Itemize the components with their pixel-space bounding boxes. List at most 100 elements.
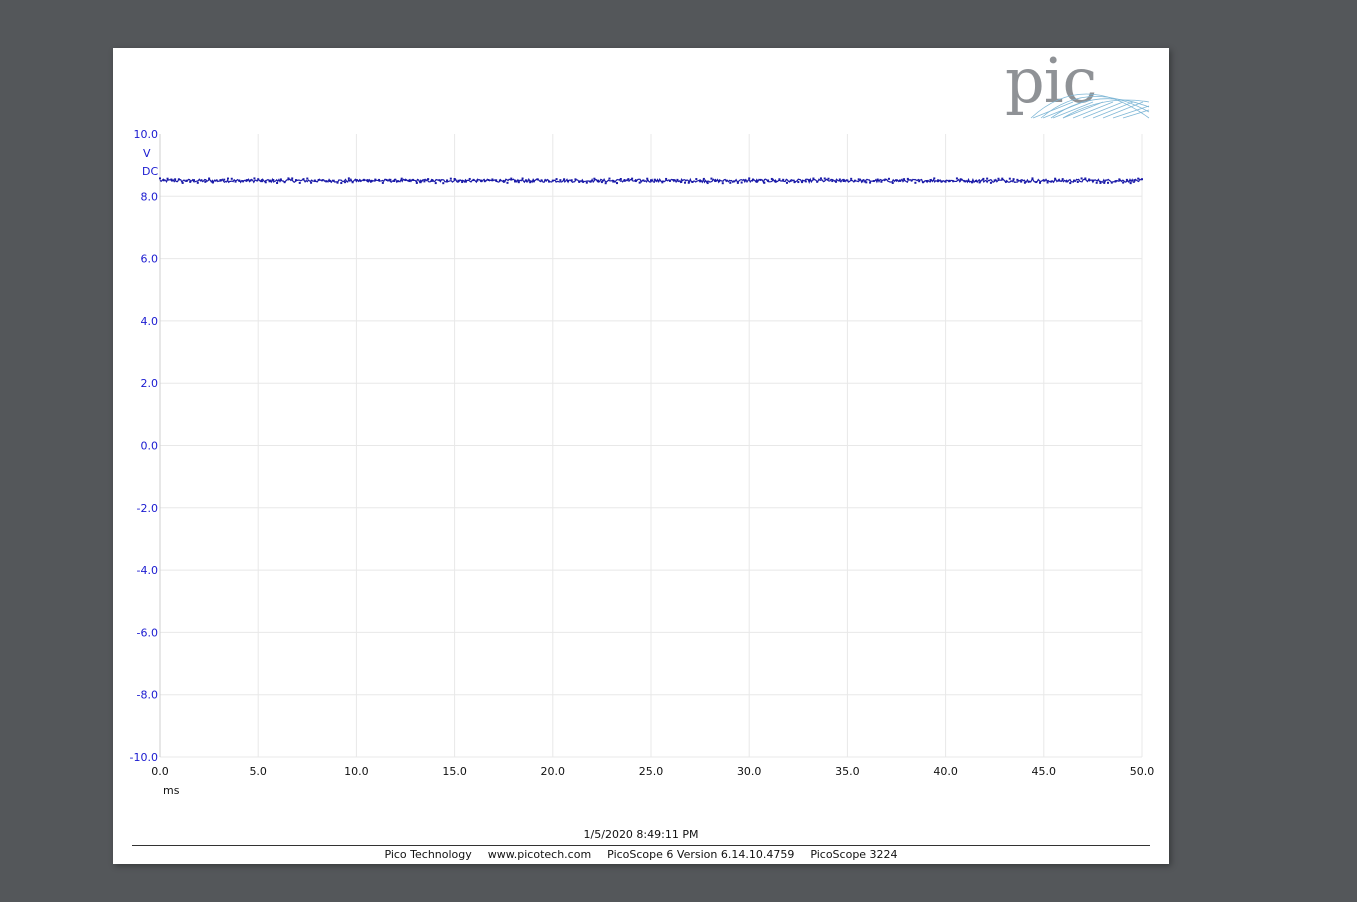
trace-sample <box>359 179 362 182</box>
y-tick-label: 4.0 <box>141 315 159 328</box>
footer-website: www.picotech.com <box>487 848 592 861</box>
trace-sample <box>238 179 241 182</box>
trace-sample <box>1031 177 1034 180</box>
trace-sample <box>1050 180 1053 183</box>
trace-sample <box>423 180 426 183</box>
trace-sample <box>1020 180 1023 183</box>
trace-sample <box>861 180 864 183</box>
trace-sample <box>619 177 622 180</box>
trace-sample <box>389 178 392 181</box>
trace-sample <box>627 178 630 181</box>
trace-sample <box>264 181 267 184</box>
trace-sample <box>551 179 554 182</box>
trace-sample <box>899 179 902 182</box>
trace-sample <box>393 180 396 183</box>
trace-sample <box>1107 181 1110 184</box>
trace-sample <box>895 179 898 182</box>
trace-sample <box>782 178 785 181</box>
trace-sample <box>816 180 819 183</box>
trace-sample <box>638 181 641 184</box>
y-axis-ticks: 10.0 8.0 6.0 4.0 2.0 0.0 -2.0 -4.0 -6.0 -8.0 -10.0 <box>130 128 158 764</box>
trace-sample <box>344 181 347 184</box>
trace-sample <box>1073 179 1076 182</box>
trace-sample <box>563 178 566 181</box>
trace-sample <box>755 180 758 183</box>
trace-sample <box>850 177 853 180</box>
trace-sample <box>517 181 520 184</box>
trace-sample <box>668 179 671 182</box>
trace-sample <box>793 181 796 184</box>
trace-sample <box>634 180 637 183</box>
trace-sample <box>253 177 256 180</box>
trace-sample <box>1088 178 1091 181</box>
trace-sample <box>226 177 229 180</box>
trace-sample <box>159 177 161 180</box>
trace-sample <box>570 179 573 182</box>
trace-sample <box>325 180 328 183</box>
trace-sample <box>748 177 751 180</box>
trace-sample <box>279 178 282 181</box>
trace-sample <box>665 177 668 180</box>
trace-sample <box>204 180 207 183</box>
x-tick-label: 20.0 <box>541 765 566 778</box>
trace-sample <box>268 180 271 183</box>
trace-sample <box>937 179 940 182</box>
trace-sample <box>355 179 358 182</box>
report-sheet: pic 10.0 8.0 6.0 4.0 2.0 0.0 -2.0 -4.0 -6.0 -8.0-… <box>113 44 1169 864</box>
trace-sample <box>801 181 804 184</box>
trace-sample <box>1129 182 1132 185</box>
x-tick-label: 25.0 <box>639 765 664 778</box>
trace-sample <box>971 181 974 184</box>
trace-sample <box>419 181 422 184</box>
trace-sample <box>302 178 305 181</box>
trace-sample <box>525 179 528 182</box>
trace-sample <box>276 181 279 184</box>
trace-sample <box>650 179 652 182</box>
trace-sample <box>921 181 924 184</box>
trace-sample <box>1005 180 1008 183</box>
footer-company: Pico Technology <box>384 848 472 861</box>
trace-sample <box>1095 181 1098 184</box>
trace-sample <box>884 178 887 181</box>
trace-sample <box>476 179 479 182</box>
trace-sample <box>600 181 603 184</box>
x-tick-label: 45.0 <box>1032 765 1057 778</box>
trace-sample <box>989 181 992 184</box>
trace-sample <box>449 177 452 180</box>
trace-sample <box>876 178 879 181</box>
trace-sample <box>608 177 611 180</box>
trace-sample <box>1091 179 1094 182</box>
y-tick-label: 10.0 <box>134 128 159 141</box>
trace-sample <box>491 178 494 181</box>
trace-sample <box>623 179 626 182</box>
trace-sample <box>559 179 562 182</box>
trace-sample <box>1137 177 1140 180</box>
trace-sample <box>842 180 845 183</box>
trace-sample <box>400 177 403 180</box>
trace-sample <box>683 181 686 184</box>
trace-sample <box>1133 179 1136 182</box>
trace-sample <box>502 179 505 182</box>
trace-sample <box>532 180 535 183</box>
trace-sample <box>472 178 475 181</box>
trace-sample <box>846 179 849 182</box>
trace-sample <box>208 177 211 180</box>
trace-sample <box>929 178 932 181</box>
trace-sample <box>385 178 388 181</box>
report-footer: Pico Technology www.picotech.com PicoScope… <box>113 848 1169 861</box>
trace-sample <box>294 179 297 182</box>
trace-sample <box>170 178 173 181</box>
trace-sample <box>725 179 728 182</box>
trace-sample <box>521 177 524 180</box>
trace-sample <box>778 178 781 181</box>
trace-sample <box>1035 181 1038 184</box>
trace-sample <box>242 180 245 183</box>
trace-sample <box>952 180 955 183</box>
trace-sample <box>1080 177 1083 180</box>
trace-sample <box>808 179 811 182</box>
trace-sample <box>687 181 690 184</box>
trace-sample <box>192 179 195 182</box>
trace-sample <box>1012 178 1015 181</box>
trace-sample <box>819 177 822 180</box>
trace-sample <box>982 177 985 180</box>
